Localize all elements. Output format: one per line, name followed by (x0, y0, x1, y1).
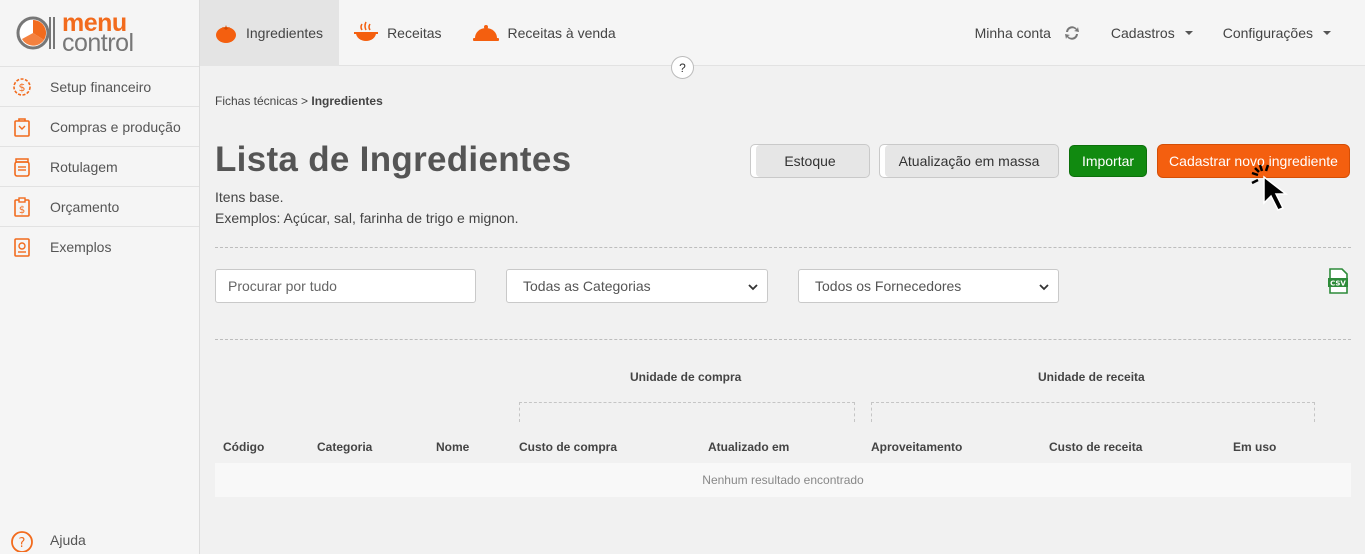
column-header-aproveitamento[interactable]: Aproveitamento (871, 440, 962, 454)
divider (215, 247, 1351, 248)
csv-export-icon[interactable]: CSV (1327, 268, 1349, 294)
sidebar-help[interactable]: ? Ajuda (0, 526, 86, 554)
page-description-line2: Exemplos: Açúcar, sal, farinha de trigo … (215, 210, 519, 226)
sidebar-item-label: Compras e produção (50, 118, 181, 135)
page-description-line1: Itens base. (215, 189, 284, 205)
search-input[interactable]: Procurar por tudo (215, 269, 476, 303)
svg-text:?: ? (19, 536, 26, 551)
svg-text:$: $ (19, 205, 25, 216)
examples-book-icon (10, 235, 34, 259)
sidebar: menu control $ Setup financeiro Compras … (0, 0, 200, 554)
cadastros-dropdown[interactable]: Cadastros (1111, 25, 1193, 41)
logo[interactable]: menu control (0, 0, 199, 66)
sync-icon (1064, 25, 1079, 40)
tomato-icon (216, 24, 236, 43)
sidebar-item-setup-financeiro[interactable]: $ Setup financeiro (0, 66, 199, 106)
sidebar-item-rotulagem[interactable]: Rotulagem (0, 146, 199, 186)
column-header-custo-receita[interactable]: Custo de receita (1049, 440, 1142, 454)
caret-down-icon (1184, 30, 1193, 35)
svg-text:CSV: CSV (1330, 280, 1346, 288)
importar-button[interactable]: Importar (1069, 145, 1147, 177)
column-header-codigo[interactable]: Código (223, 440, 264, 454)
tab-receitas-a-venda[interactable]: Receitas à venda (458, 0, 632, 66)
group-header-compra: Unidade de compra (630, 370, 742, 384)
supplier-select[interactable]: Todos os Fornecedores (798, 269, 1059, 303)
chevron-down-icon (748, 284, 758, 291)
estoque-toggle-button[interactable]: Estoque (750, 144, 870, 178)
empty-table-row: Nenhum resultado encontrado (215, 463, 1351, 497)
help-label: Ajuda (50, 532, 86, 548)
sidebar-item-label: Orçamento (50, 198, 120, 215)
tab-label: Receitas (387, 24, 442, 41)
group-bracket-receita (871, 402, 1315, 422)
mouse-pointer-click-icon (1251, 164, 1289, 211)
tab-label: Ingredientes (246, 24, 324, 41)
brand-line2: control (62, 29, 134, 57)
category-select-value: Todas as Categorias (523, 278, 651, 294)
cooking-pot-icon (354, 21, 379, 41)
question-circle-icon: ? (10, 528, 34, 553)
column-header-em-uso[interactable]: Em uso (1233, 440, 1276, 454)
configuracoes-label: Configurações (1222, 24, 1313, 41)
sidebar-item-exemplos[interactable]: Exemplos (0, 226, 199, 266)
column-header-custo-compra[interactable]: Custo de compra (519, 440, 617, 454)
minha-conta-label: Minha conta (974, 24, 1051, 41)
breadcrumb-parent[interactable]: Fichas técnicas (215, 94, 298, 108)
divider (215, 339, 1351, 340)
sidebar-item-orcamento[interactable]: $ Orçamento (0, 186, 199, 226)
breadcrumb-separator: > (297, 94, 312, 108)
sidebar-item-label: Rotulagem (50, 158, 118, 175)
atualizacao-em-massa-toggle-button[interactable]: Atualização em massa (879, 144, 1059, 178)
configuracoes-dropdown[interactable]: Configurações (1223, 25, 1331, 41)
page-title: Lista de Ingredientes (215, 140, 572, 179)
column-header-categoria[interactable]: Categoria (317, 440, 372, 454)
svg-text:$: $ (19, 81, 26, 94)
breadcrumb: Fichas técnicas > Ingredientes (215, 94, 383, 108)
top-navigation: Ingredientes Receitas Receitas à venda M… (200, 0, 1365, 66)
minha-conta-link[interactable]: Minha conta (975, 24, 1081, 42)
top-right-menu: Minha conta Cadastros Configurações (975, 0, 1365, 66)
group-header-receita: Unidade de receita (1038, 370, 1145, 384)
clipboard-dollar-icon: $ (10, 195, 34, 219)
tab-receitas[interactable]: Receitas (339, 0, 457, 66)
help-bubble-button[interactable]: ? (671, 56, 694, 79)
sidebar-item-label: Setup financeiro (50, 78, 152, 95)
tab-label: Receitas à venda (507, 24, 616, 41)
category-select[interactable]: Todas as Categorias (506, 269, 768, 303)
plate-cutlery-logo-icon (16, 16, 55, 50)
column-header-nome[interactable]: Nome (436, 440, 469, 454)
column-header-atualizado-em[interactable]: Atualizado em (708, 440, 789, 454)
chevron-down-icon (1039, 284, 1049, 291)
cloche-icon (472, 24, 499, 41)
caret-down-icon (1323, 30, 1331, 35)
gear-dollar-icon: $ (10, 75, 34, 99)
shopping-bag-icon (10, 115, 34, 139)
cadastros-label: Cadastros (1110, 24, 1175, 41)
breadcrumb-current: Ingredientes (311, 94, 383, 108)
sidebar-item-label: Exemplos (50, 238, 112, 255)
brand-text: menu control (62, 11, 134, 57)
jar-label-icon (10, 155, 34, 179)
group-bracket-compra (519, 402, 855, 422)
sidebar-item-compras-producao[interactable]: Compras e produção (0, 106, 199, 146)
supplier-select-value: Todos os Fornecedores (815, 278, 962, 294)
tab-ingredientes[interactable]: Ingredientes (200, 0, 340, 66)
